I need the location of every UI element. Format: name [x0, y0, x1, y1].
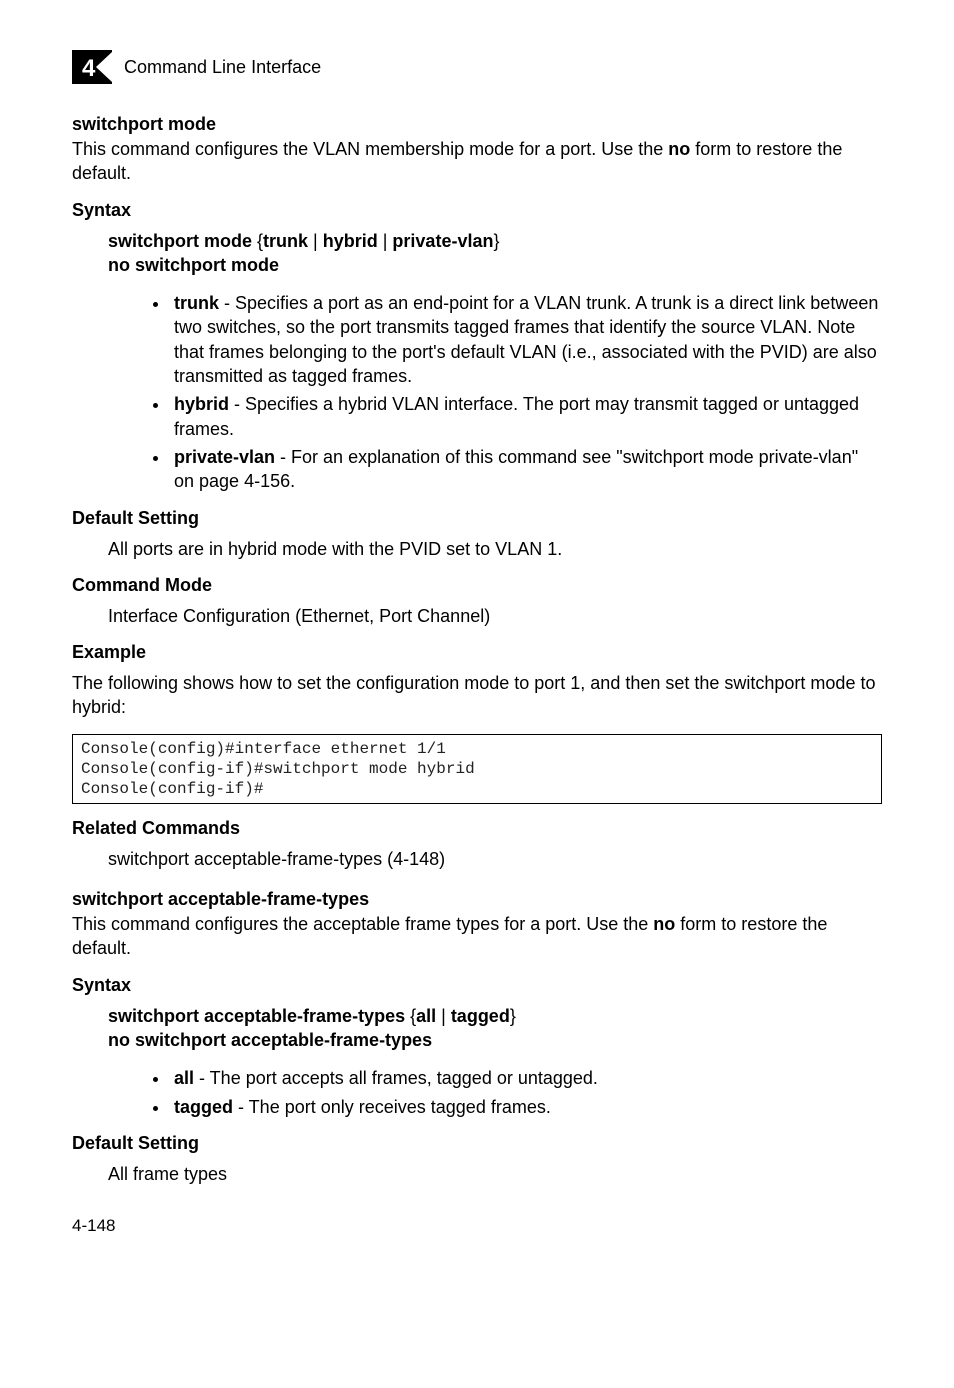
option-desc: - The port accepts all frames, tagged or…	[194, 1068, 598, 1088]
intro-text-pre: This command configures the acceptable f…	[72, 914, 653, 934]
list-item: hybrid - Specifies a hybrid VLAN interfa…	[170, 392, 882, 441]
intro-text-bold: no	[668, 139, 690, 159]
list-item: trunk - Specifies a port as an end-point…	[170, 291, 882, 388]
syntax-heading: Syntax	[72, 200, 882, 221]
option-desc: - Specifies a hybrid VLAN interface. The…	[174, 394, 859, 438]
list-item: all - The port accepts all frames, tagge…	[170, 1066, 882, 1090]
example-intro: The following shows how to set the confi…	[72, 671, 882, 720]
syntax-heading: Syntax	[72, 975, 882, 996]
intro-text-pre: This command configures the VLAN members…	[72, 139, 668, 159]
option-name: tagged	[174, 1097, 233, 1117]
syntax-cmd: switchport mode	[108, 231, 252, 251]
svg-text:4: 4	[82, 55, 96, 82]
syntax-cmd: switchport acceptable-frame-types	[108, 1006, 405, 1026]
chapter-number-icon: 4	[72, 50, 112, 84]
section-title-switchport-mode: switchport mode	[72, 114, 882, 135]
option-name: hybrid	[174, 394, 229, 414]
default-setting-text: All ports are in hybrid mode with the PV…	[108, 537, 882, 561]
related-commands-text: switchport acceptable-frame-types (4-148…	[108, 847, 882, 871]
section-title-acceptable-frame-types: switchport acceptable-frame-types	[72, 889, 882, 910]
default-setting-heading: Default Setting	[72, 508, 882, 529]
command-mode-heading: Command Mode	[72, 575, 882, 596]
option-name: trunk	[174, 293, 219, 313]
syntax-opt-trunk: trunk	[263, 231, 308, 251]
syntax-no-form: no switchport acceptable-frame-types	[108, 1030, 432, 1050]
syntax-opt-private-vlan: private-vlan	[392, 231, 493, 251]
example-heading: Example	[72, 642, 882, 663]
list-item: private-vlan - For an explanation of thi…	[170, 445, 882, 494]
running-header: 4 Command Line Interface	[72, 50, 882, 84]
default-setting-text: All frame types	[108, 1162, 882, 1186]
default-setting-heading: Default Setting	[72, 1133, 882, 1154]
syntax-options-list: all - The port accepts all frames, tagge…	[72, 1066, 882, 1119]
section-intro: This command configures the acceptable f…	[72, 912, 882, 961]
related-commands-heading: Related Commands	[72, 818, 882, 839]
syntax-block: switchport acceptable-frame-types {all |…	[108, 1004, 882, 1053]
page: 4 Command Line Interface switchport mode…	[0, 0, 954, 1276]
option-desc: - For an explanation of this command see…	[174, 447, 858, 491]
command-mode-text: Interface Configuration (Ethernet, Port …	[108, 604, 882, 628]
page-number: 4-148	[72, 1216, 882, 1236]
option-desc: - Specifies a port as an end-point for a…	[174, 293, 878, 386]
intro-text-bold: no	[653, 914, 675, 934]
syntax-options-list: trunk - Specifies a port as an end-point…	[72, 291, 882, 493]
syntax-opt-hybrid: hybrid	[323, 231, 378, 251]
syntax-no-form: no switchport mode	[108, 255, 279, 275]
syntax-opt-all: all	[416, 1006, 436, 1026]
section-intro: This command configures the VLAN members…	[72, 137, 882, 186]
running-header-title: Command Line Interface	[124, 57, 321, 78]
syntax-block: switchport mode {trunk | hybrid | privat…	[108, 229, 882, 278]
option-desc: - The port only receives tagged frames.	[233, 1097, 551, 1117]
option-name: all	[174, 1068, 194, 1088]
list-item: tagged - The port only receives tagged f…	[170, 1095, 882, 1119]
option-name: private-vlan	[174, 447, 275, 467]
syntax-opt-tagged: tagged	[451, 1006, 510, 1026]
example-code-block: Console(config)#interface ethernet 1/1 C…	[72, 734, 882, 804]
